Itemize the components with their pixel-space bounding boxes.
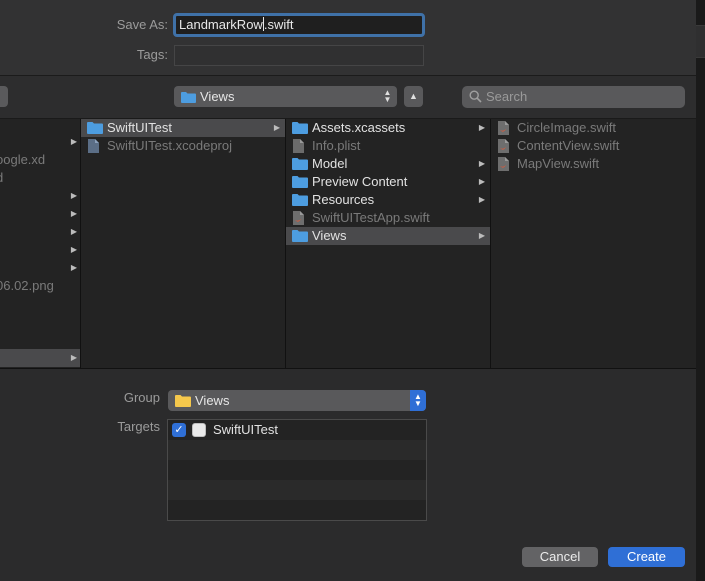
list-item-model[interactable]: Model ▶ bbox=[286, 155, 490, 173]
list-item[interactable]: ▶ bbox=[0, 133, 80, 151]
updown-chevron-icon: ▲ ▼ bbox=[410, 390, 426, 411]
location-popup-label: Views bbox=[200, 89, 235, 104]
chevron-right-icon: ▶ bbox=[478, 195, 485, 204]
list-item-preview-content[interactable]: Preview Content ▶ bbox=[286, 173, 490, 191]
browser-column-2: Assets.xcassets ▶ Info.plist Model ▶ Pre… bbox=[286, 119, 491, 369]
list-item[interactable]: ▶ bbox=[0, 259, 80, 277]
chevron-up-button[interactable]: ▲ bbox=[404, 86, 423, 107]
swift-file-icon bbox=[497, 157, 509, 176]
file-browser: ▶ oogle.xd d ▶ ▶ ▶ ▶ ▶ 06.02.png ▶ Swift… bbox=[0, 119, 696, 369]
list-item-selected[interactable]: ▶ bbox=[0, 349, 80, 367]
search-field[interactable]: Search bbox=[462, 86, 685, 108]
empty-row bbox=[168, 500, 426, 520]
target-name: SwiftUITest bbox=[213, 422, 279, 437]
list-item-mapview[interactable]: MapView.swift bbox=[491, 155, 696, 173]
empty-row bbox=[168, 480, 426, 500]
list-item-assets[interactable]: Assets.xcassets ▶ bbox=[286, 119, 490, 137]
folder-icon bbox=[181, 91, 196, 106]
list-item[interactable]: ▶ bbox=[0, 205, 80, 223]
target-checkbox[interactable]: ✓ bbox=[172, 423, 186, 437]
list-item[interactable]: ▶ bbox=[0, 223, 80, 241]
browser-column-3: CircleImage.swift ContentView.swift MapV… bbox=[491, 119, 696, 369]
empty-row bbox=[168, 460, 426, 480]
group-label: Group bbox=[123, 390, 160, 405]
chevron-right-icon: ▶ bbox=[70, 209, 77, 218]
create-button[interactable]: Create bbox=[608, 547, 685, 567]
location-popup[interactable]: Views ▲ ▼ bbox=[174, 86, 397, 107]
list-item-swiftuitestapp[interactable]: SwiftUITestApp.swift bbox=[286, 209, 490, 227]
list-item[interactable]: 06.02.png bbox=[0, 277, 80, 295]
empty-row bbox=[168, 440, 426, 460]
browser-column-1: SwiftUITest ▶ SwiftUITest.xcodeproj bbox=[81, 119, 286, 369]
chevron-right-icon: ▶ bbox=[70, 191, 77, 200]
cancel-button[interactable]: Cancel bbox=[522, 547, 598, 567]
list-item-resources[interactable]: Resources ▶ bbox=[286, 191, 490, 209]
group-popup-label: Views bbox=[195, 393, 230, 408]
view-mode-control[interactable] bbox=[0, 86, 8, 107]
list-item[interactable]: ▶ bbox=[0, 241, 80, 259]
list-item-circleimage[interactable]: CircleImage.swift bbox=[491, 119, 696, 137]
chevron-right-icon: ▶ bbox=[478, 177, 485, 186]
save-as-label: Save As: bbox=[116, 17, 168, 32]
window-edge-notch bbox=[696, 25, 705, 58]
chevron-right-icon: ▶ bbox=[70, 263, 77, 272]
search-icon bbox=[469, 90, 482, 106]
list-item[interactable]: ▶ bbox=[0, 187, 80, 205]
filename-extension: .swift bbox=[263, 17, 294, 32]
target-row[interactable]: ✓ SwiftUITest bbox=[168, 420, 426, 440]
app-icon bbox=[192, 423, 206, 437]
chevron-right-icon: ▶ bbox=[70, 137, 77, 146]
document-icon bbox=[87, 139, 99, 158]
tags-label: Tags: bbox=[136, 47, 168, 62]
folder-icon bbox=[292, 229, 308, 247]
chevron-right-icon: ▶ bbox=[478, 159, 485, 168]
group-popup[interactable]: Views ▲ ▼ bbox=[168, 390, 426, 411]
list-item[interactable]: oogle.xd bbox=[0, 151, 80, 169]
search-placeholder: Search bbox=[486, 89, 528, 104]
chevron-right-icon: ▶ bbox=[273, 123, 280, 132]
targets-label: Targets bbox=[117, 419, 160, 434]
chevron-right-icon: ▶ bbox=[478, 231, 485, 240]
list-item-info-plist[interactable]: Info.plist bbox=[286, 137, 490, 155]
browser-column-0: ▶ oogle.xd d ▶ ▶ ▶ ▶ ▶ 06.02.png ▶ bbox=[0, 119, 81, 369]
updown-chevron-icon: ▲ ▼ bbox=[383, 88, 392, 104]
filename-input[interactable]: LandmarkRow.swift bbox=[173, 13, 425, 37]
chevron-right-icon: ▶ bbox=[70, 245, 77, 254]
window-edge bbox=[696, 0, 705, 581]
list-item-xcodeproj[interactable]: SwiftUITest.xcodeproj bbox=[81, 137, 285, 155]
list-item-contentview[interactable]: ContentView.swift bbox=[491, 137, 696, 155]
list-item[interactable]: d bbox=[0, 169, 80, 187]
chevron-right-icon: ▶ bbox=[70, 353, 77, 362]
list-item-views[interactable]: Views ▶ bbox=[286, 227, 490, 245]
filename-text: LandmarkRow bbox=[179, 17, 263, 32]
list-item-swiftuitest[interactable]: SwiftUITest ▶ bbox=[81, 119, 285, 137]
targets-list: ✓ SwiftUITest bbox=[167, 419, 427, 521]
tags-input[interactable] bbox=[174, 45, 424, 66]
folder-icon bbox=[175, 394, 191, 410]
chevron-right-icon: ▶ bbox=[70, 227, 77, 236]
chevron-right-icon: ▶ bbox=[478, 123, 485, 132]
